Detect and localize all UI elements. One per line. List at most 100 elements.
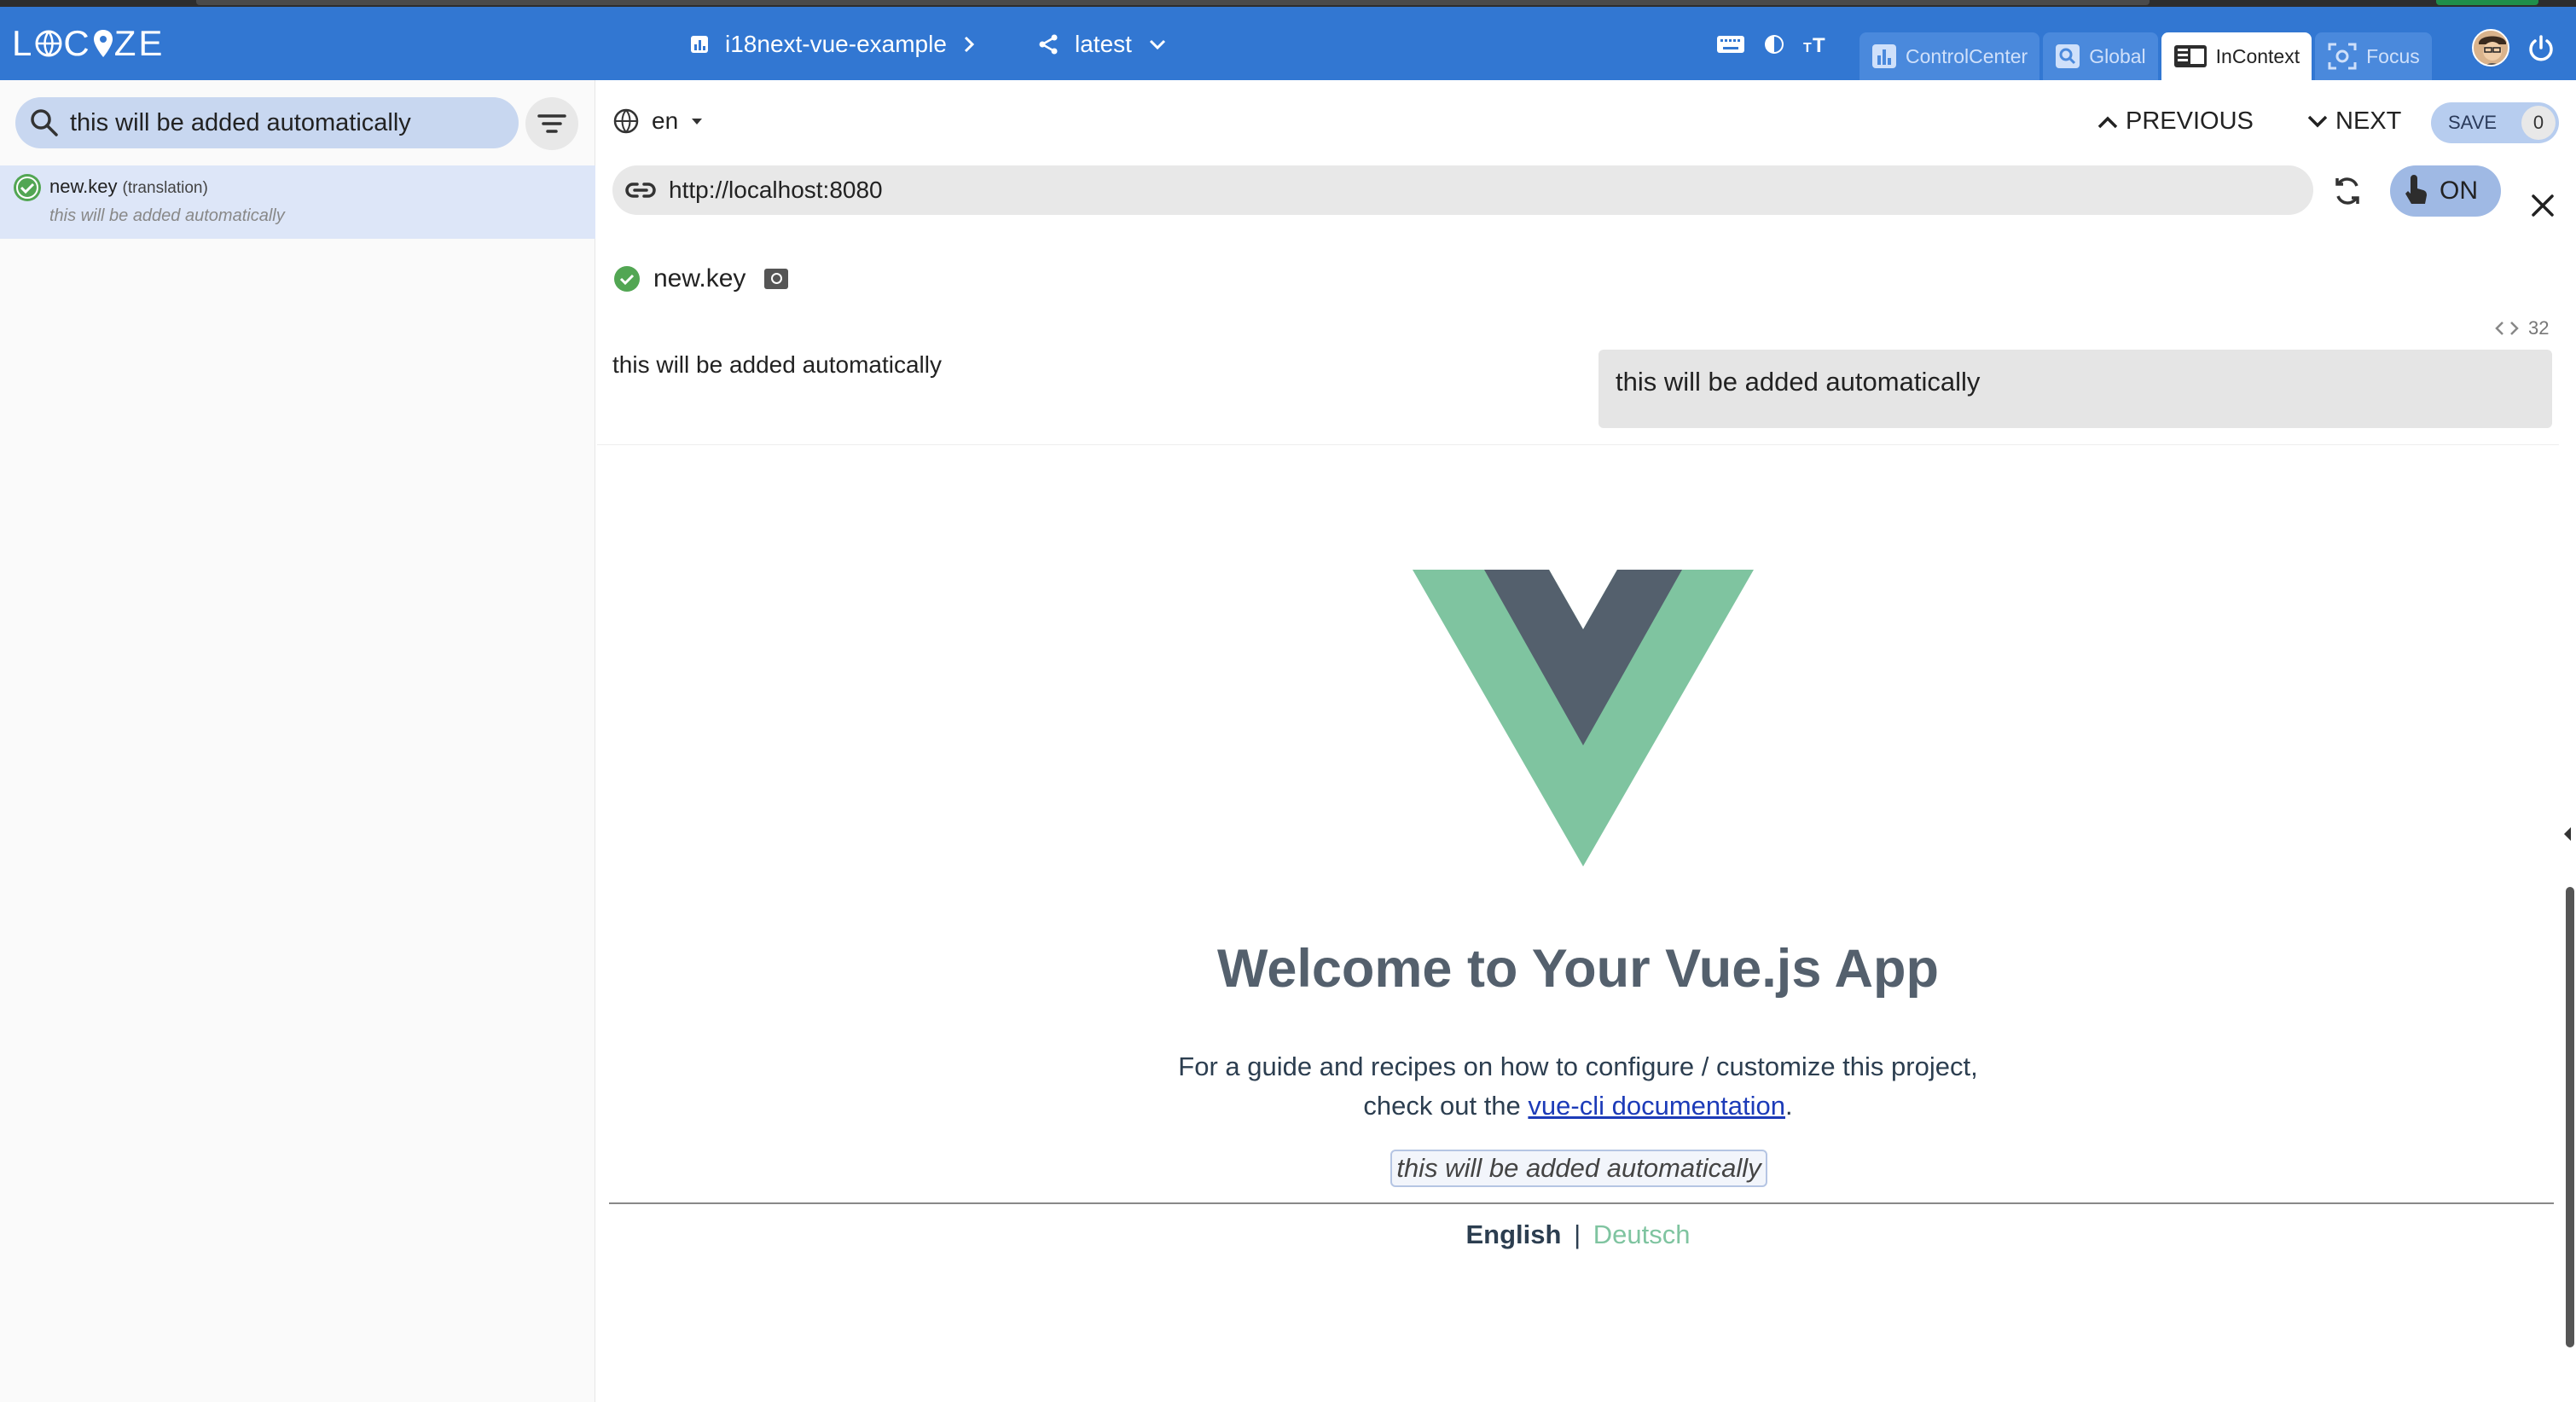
char-count: 32 <box>2494 317 2549 339</box>
controlcenter-chart-icon <box>1872 44 1896 68</box>
tab-label: InContext <box>2215 44 2300 67</box>
check-circle-icon <box>614 266 640 292</box>
guide-line-1: For a guide and recipes on how to config… <box>1178 1052 1978 1081</box>
global-search-icon <box>2056 44 2080 68</box>
text-size-icon[interactable]: TT <box>1803 33 1829 55</box>
focus-icon <box>2328 43 2357 70</box>
touch-hand-icon <box>2405 175 2427 204</box>
header-tool-icons: TT <box>1716 32 1829 56</box>
keyboard-icon[interactable] <box>1716 34 1745 55</box>
project-breadcrumb[interactable]: i18next-vue-example <box>689 27 976 61</box>
project-name: i18next-vue-example <box>725 31 947 57</box>
tab-focus[interactable]: Focus <box>2315 32 2432 80</box>
svg-text:T: T <box>1813 34 1825 55</box>
filter-icon <box>537 114 566 133</box>
check-circle-icon <box>14 174 41 201</box>
preview-scrollbar[interactable] <box>2566 887 2574 1347</box>
chevron-down-icon <box>2307 115 2328 127</box>
avatar-face-icon <box>2474 31 2508 65</box>
screenshot-icon[interactable] <box>764 269 789 289</box>
guide-line-2: check out the vue-cli documentation. <box>597 1086 2559 1126</box>
tab-label: Global <box>2089 44 2146 67</box>
tab-label: ControlCenter <box>1906 44 2028 67</box>
app-header: L C ZE i18next-vue-example latest TT Con… <box>0 7 2576 80</box>
globe-icon <box>35 30 62 57</box>
language-code: en <box>652 107 679 134</box>
lang-separator: | <box>1574 1220 1581 1249</box>
translation-editor: new.key 32 this will be added automatica… <box>597 235 2559 445</box>
char-count-value: 32 <box>2528 317 2550 339</box>
lang-english-link[interactable]: English <box>1466 1220 1562 1249</box>
app-preview: Welcome to Your Vue.js App For a guide a… <box>597 447 2559 1402</box>
locize-logo[interactable]: L C ZE <box>12 23 165 63</box>
save-count-badge: 0 <box>2521 106 2556 140</box>
editor-key-name: new.key <box>653 264 746 293</box>
previous-label: PREVIOUS <box>2126 107 2254 135</box>
search-icon <box>31 109 58 136</box>
refresh-icon[interactable] <box>2329 172 2366 214</box>
brightness-icon[interactable] <box>1762 32 1786 56</box>
url-input[interactable]: http://localhost:8080 <box>612 165 2313 215</box>
keys-sidebar: this will be added automatically new.key… <box>0 80 595 1402</box>
search-value: this will be added automatically <box>70 108 411 136</box>
caret-down-icon <box>692 119 703 125</box>
source-text: this will be added automatically <box>612 351 942 378</box>
share-icon <box>1039 34 1058 55</box>
highlighted-translation[interactable]: this will be added automatically <box>1390 1150 1767 1187</box>
version-name: latest <box>1075 31 1132 57</box>
list-item[interactable]: new.key (translation) this will be added … <box>0 165 595 239</box>
user-avatar[interactable] <box>2472 29 2509 67</box>
search-input[interactable]: this will be added automatically <box>15 97 519 148</box>
svg-text:T: T <box>1803 41 1812 55</box>
language-globe-icon <box>613 108 639 134</box>
guide-prefix: check out the <box>1363 1091 1521 1121</box>
previous-button[interactable]: PREVIOUS <box>2097 107 2254 136</box>
close-icon[interactable] <box>2530 193 2556 223</box>
guide-suffix: . <box>1784 1091 1793 1121</box>
power-icon[interactable] <box>2527 34 2556 67</box>
chevron-up-icon <box>2097 116 2118 128</box>
editor-key-heading: new.key <box>612 264 789 293</box>
key-name: new.key <box>49 176 118 197</box>
os-top-strip <box>0 0 2576 7</box>
logo-text: L <box>12 23 35 63</box>
divider <box>609 1202 2554 1204</box>
next-button[interactable]: NEXT <box>2306 107 2401 136</box>
filter-button[interactable] <box>525 97 578 150</box>
list-item-key: new.key (translation) <box>49 176 208 198</box>
tab-controlcenter[interactable]: ControlCenter <box>1859 32 2040 80</box>
tab-global[interactable]: Global <box>2043 32 2158 80</box>
code-icon <box>2495 322 2519 335</box>
chevron-down-icon <box>1149 39 1165 50</box>
project-chart-icon <box>691 36 708 53</box>
tab-incontext[interactable]: InContext <box>2161 32 2312 80</box>
chevron-right-icon <box>964 36 975 53</box>
incontext-toggle[interactable]: ON <box>2390 165 2501 217</box>
logo-text-c: C <box>63 23 92 63</box>
toggle-label: ON <box>2440 177 2478 205</box>
save-label: SAVE <box>2448 112 2498 133</box>
link-icon <box>625 182 656 198</box>
key-namespace: (translation) <box>122 179 208 197</box>
collapse-panel-icon[interactable] <box>2559 819 2576 849</box>
language-switcher: English | Deutsch <box>597 1220 2559 1250</box>
map-pin-icon <box>93 30 113 57</box>
save-button[interactable]: SAVE 0 <box>2431 102 2559 143</box>
lang-deutsch-link[interactable]: Deutsch <box>1593 1220 1691 1249</box>
next-label: NEXT <box>2335 107 2402 135</box>
mode-tabs: ControlCenter Global InContext Focus <box>1859 32 2432 82</box>
vue-logo <box>1413 570 1754 866</box>
url-value: http://localhost:8080 <box>669 177 883 203</box>
page-title: Welcome to Your Vue.js App <box>1217 939 1939 999</box>
language-selector[interactable]: en <box>612 107 704 135</box>
version-selector[interactable]: latest <box>1037 27 1168 61</box>
browser-status-pill <box>2436 0 2538 5</box>
guide-paragraph: For a guide and recipes on how to config… <box>597 1047 2559 1126</box>
logo-text-ze: ZE <box>113 23 165 63</box>
list-item-value: this will be added automatically <box>49 206 285 225</box>
incontext-layout-icon <box>2173 45 2207 67</box>
translation-textarea[interactable]: this will be added automatically <box>1598 350 2552 428</box>
tab-label: Focus <box>2366 44 2420 67</box>
vue-cli-docs-link[interactable]: vue-cli documentation <box>1528 1091 1785 1121</box>
browser-tab-bar <box>196 0 2150 5</box>
